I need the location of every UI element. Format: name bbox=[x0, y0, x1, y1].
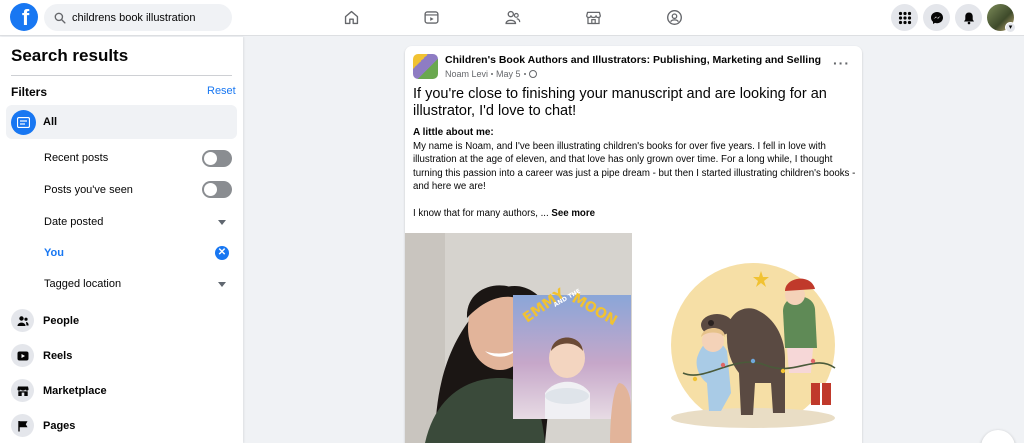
recent-posts-toggle[interactable] bbox=[202, 150, 232, 167]
post-card: Children's Book Authors and Illustrators… bbox=[405, 46, 862, 443]
post-body-text: My name is Noam, and I've been illustrat… bbox=[413, 141, 856, 193]
menu-grid-icon[interactable] bbox=[891, 4, 918, 31]
reset-link[interactable]: Reset bbox=[207, 85, 236, 97]
filter-recent-posts-label: Recent posts bbox=[44, 152, 109, 164]
separator-dot bbox=[491, 73, 494, 75]
category-people-label: People bbox=[43, 314, 80, 327]
home-icon[interactable] bbox=[342, 8, 360, 26]
chevron-down-icon[interactable] bbox=[218, 282, 226, 287]
more-options-icon[interactable]: ··· bbox=[833, 56, 850, 70]
post-closing-text: I know that for many authors, ... See mo… bbox=[413, 208, 595, 219]
category-people[interactable]: People bbox=[11, 309, 79, 332]
marketplace-icon bbox=[11, 379, 34, 402]
profile-avatar[interactable]: ▾ bbox=[987, 4, 1016, 33]
see-more-link[interactable]: See more bbox=[551, 208, 595, 219]
search-sidebar: Search results Filters Reset All Recent … bbox=[0, 37, 243, 443]
category-reels-label: Reels bbox=[43, 349, 73, 362]
post-subheading: A little about me: bbox=[413, 127, 494, 138]
chevron-down-icon[interactable]: ▾ bbox=[1005, 22, 1016, 33]
new-message-button[interactable] bbox=[981, 430, 1015, 443]
filter-posts-seen-label: Posts you've seen bbox=[44, 184, 133, 196]
category-marketplace[interactable]: Marketplace bbox=[11, 379, 107, 402]
christmas-illustration-image bbox=[635, 233, 862, 443]
category-reels[interactable]: Reels bbox=[11, 344, 72, 367]
chevron-down-icon[interactable] bbox=[218, 220, 226, 225]
filter-all[interactable]: All bbox=[6, 105, 237, 139]
post-meta: Noam Levi May 5 bbox=[445, 69, 537, 79]
filter-all-label: All bbox=[43, 116, 58, 128]
search-input[interactable] bbox=[72, 11, 222, 24]
facebook-logo[interactable]: f bbox=[10, 3, 38, 31]
filter-date-posted[interactable]: Date posted bbox=[44, 216, 103, 228]
page-title: Search results bbox=[11, 46, 129, 65]
people-icon bbox=[11, 309, 34, 332]
post-closing-sentence: I know that for many authors, ... bbox=[413, 208, 552, 219]
marketplace-icon[interactable] bbox=[584, 8, 602, 26]
author-name-link[interactable]: Noam Levi bbox=[445, 69, 488, 79]
post-date-link[interactable]: May 5 bbox=[496, 69, 521, 79]
posts-seen-toggle[interactable] bbox=[202, 181, 232, 198]
filter-you[interactable]: You bbox=[44, 247, 64, 259]
all-results-icon bbox=[11, 109, 36, 135]
separator-dot bbox=[523, 73, 526, 75]
clear-filter-icon[interactable]: ✕ bbox=[215, 246, 229, 260]
category-marketplace-label: Marketplace bbox=[43, 384, 107, 397]
top-navigation-bar: f ▾ bbox=[0, 0, 1024, 36]
messenger-icon[interactable] bbox=[923, 4, 950, 31]
filter-tagged-location[interactable]: Tagged location bbox=[44, 278, 121, 290]
group-avatar[interactable] bbox=[413, 54, 438, 79]
audience-globe-icon bbox=[528, 70, 537, 78]
facebook-logo-letter: f bbox=[21, 5, 30, 30]
bell-icon[interactable] bbox=[955, 4, 982, 31]
video-icon[interactable] bbox=[422, 8, 440, 26]
search-box[interactable] bbox=[44, 4, 232, 31]
pages-flag-icon bbox=[11, 414, 34, 437]
divider bbox=[11, 75, 232, 76]
post-headline: If you're close to finishing your manusc… bbox=[413, 86, 827, 119]
category-pages-label: Pages bbox=[43, 419, 76, 432]
group-name-link[interactable]: Children's Book Authors and Illustrators… bbox=[445, 54, 821, 66]
filters-heading: Filters bbox=[11, 85, 48, 99]
reels-icon bbox=[11, 344, 34, 367]
post-photo-illustrator[interactable]: EMMY AND THE MOON bbox=[405, 233, 632, 443]
friends-icon[interactable] bbox=[503, 8, 521, 26]
search-icon bbox=[54, 12, 66, 24]
groups-icon[interactable] bbox=[665, 8, 683, 26]
post-photo-illustration[interactable] bbox=[635, 233, 862, 443]
illustrator-photo-image: EMMY AND THE MOON bbox=[405, 233, 632, 443]
category-pages[interactable]: Pages bbox=[11, 414, 75, 437]
